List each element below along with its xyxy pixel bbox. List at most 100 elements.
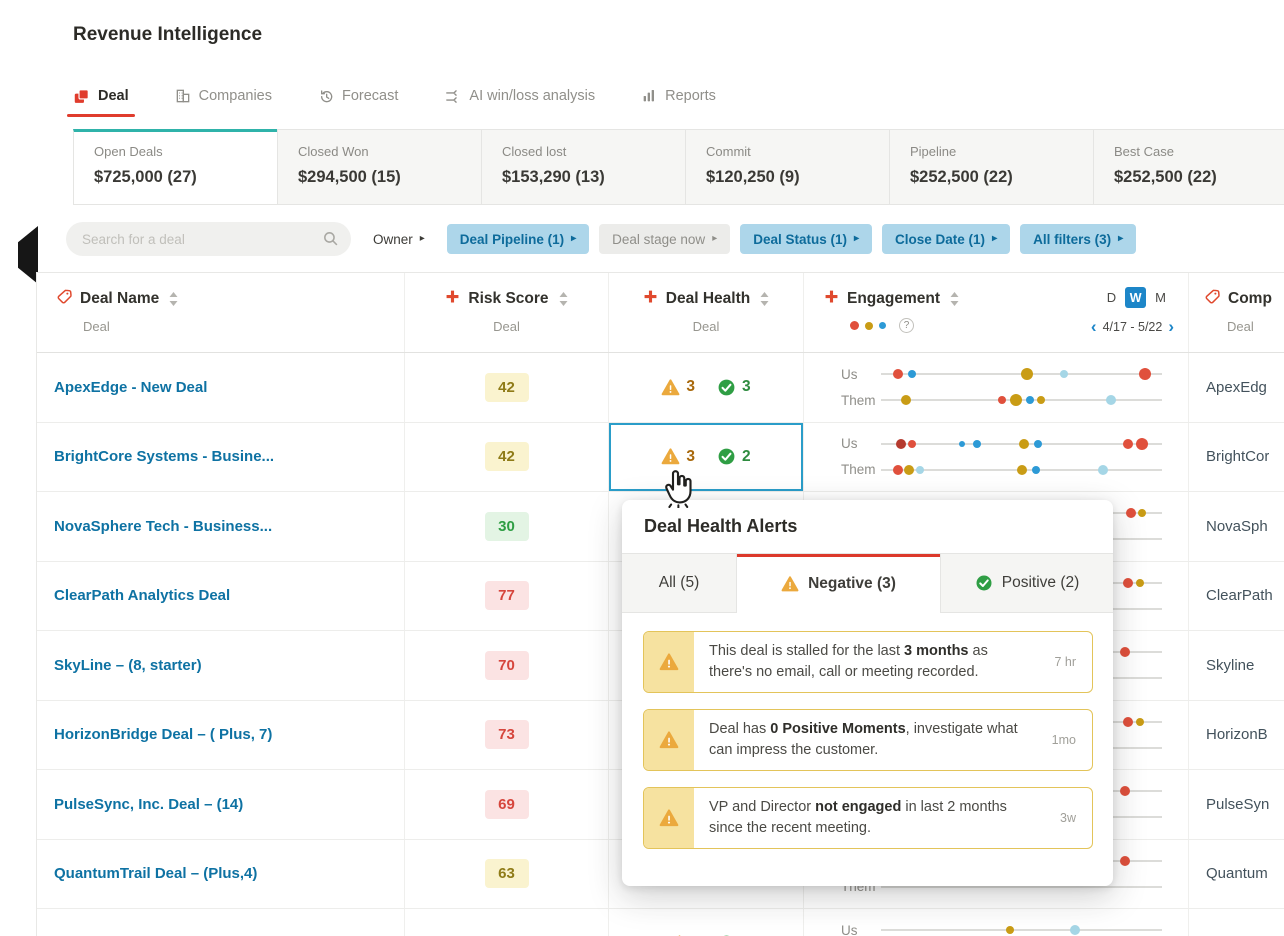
- company-link[interactable]: Skyline: [1206, 657, 1254, 674]
- legend-dot-red: [850, 321, 859, 330]
- col-header-company[interactable]: Comp Deal: [1189, 273, 1284, 352]
- engagement-track: [881, 362, 1162, 386]
- deal-name-cell: [37, 909, 405, 936]
- engagement-dot: [1126, 508, 1137, 518]
- engagement-cell: UsThem: [804, 909, 1189, 936]
- nav-tab-label: Companies: [198, 88, 272, 104]
- alert-text: This deal is stalled for the last 3 mont…: [709, 642, 988, 680]
- risk-score-badge: 42: [484, 372, 529, 402]
- col-subtitle: Deal: [83, 319, 110, 334]
- engagement-dot: [1021, 368, 1034, 380]
- alert-item[interactable]: Deal has 0 Positive Moments, investigate…: [643, 709, 1093, 771]
- warning-icon: [661, 379, 680, 395]
- company-link[interactable]: ClearPath: [1206, 587, 1273, 604]
- risk-score-badge: 69: [484, 789, 529, 819]
- search-input[interactable]: [66, 222, 351, 256]
- engagement-line-them: Them: [804, 458, 1188, 482]
- filter-chip-deal-status-1-[interactable]: Deal Status (1) ▸: [740, 224, 873, 254]
- sort-icon[interactable]: [559, 292, 568, 306]
- chip-label: All filters (3): [1033, 231, 1112, 247]
- sort-icon[interactable]: [950, 292, 959, 306]
- granularity-option-d[interactable]: D: [1107, 290, 1116, 305]
- check-icon: [976, 575, 992, 591]
- sort-icon[interactable]: [760, 292, 769, 306]
- summary-card-best-case[interactable]: Best Case $252,500 (22): [1093, 129, 1284, 205]
- deal-name-link[interactable]: SkyLine – (8, starter): [54, 657, 202, 674]
- background-shape: [18, 226, 38, 284]
- filter-chip-deal-stage-now[interactable]: Deal stage now ▸: [599, 224, 731, 254]
- filter-chip-close-date-1-[interactable]: Close Date (1) ▸: [882, 224, 1011, 254]
- filter-chip-all-filters-3-[interactable]: All filters (3) ▸: [1020, 224, 1137, 254]
- deal-name-link[interactable]: HorizonBridge Deal – ( Plus, 7): [54, 726, 272, 743]
- summary-card-commit[interactable]: Commit $120,250 (9): [685, 129, 890, 205]
- granularity-option-m[interactable]: M: [1155, 290, 1166, 305]
- nav-tab-label: AI win/loss analysis: [469, 88, 596, 104]
- col-header-deal-name[interactable]: Deal Name Deal: [37, 273, 405, 352]
- help-icon[interactable]: ?: [899, 318, 914, 333]
- col-header-engagement[interactable]: Engagement ? DWM ‹ 4/17 - 5/22 ›: [804, 273, 1189, 352]
- alert-item[interactable]: This deal is stalled for the last 3 mont…: [643, 631, 1093, 693]
- company-link[interactable]: HorizonB: [1206, 726, 1268, 743]
- next-icon[interactable]: ›: [1168, 318, 1174, 335]
- summary-card-closed-lost[interactable]: Closed lost $153,290 (13): [481, 129, 686, 205]
- negative-alert-count[interactable]: 3: [661, 378, 695, 397]
- deal-name-link[interactable]: BrightCore Systems - Busine...: [54, 448, 274, 465]
- nav-tab-ai-win-loss[interactable]: AI win/loss analysis: [444, 88, 595, 105]
- deal-health-cell[interactable]: [609, 909, 804, 936]
- risk-score-badge: 77: [484, 581, 529, 611]
- engagement-dot: [892, 464, 903, 475]
- summary-card-pipeline[interactable]: Pipeline $252,500 (22): [889, 129, 1094, 205]
- positive-alert-count[interactable]: 3: [717, 378, 751, 397]
- company-link[interactable]: NovaSph: [1206, 518, 1268, 535]
- col-header-deal-health[interactable]: Deal Health Deal: [609, 273, 804, 352]
- company-cell: ClearPath: [1189, 562, 1284, 631]
- summary-card-closed-won[interactable]: Closed Won $294,500 (15): [277, 129, 482, 205]
- positive-alert-count[interactable]: 2: [717, 447, 751, 466]
- nav-tab-companies[interactable]: Companies: [175, 88, 272, 104]
- popup-tab-label: Positive (2): [1001, 574, 1080, 591]
- company-cell: [1189, 909, 1284, 936]
- alert-item[interactable]: VP and Director not engaged in last 2 mo…: [643, 787, 1093, 849]
- deal-name-cell: ApexEdge - New Deal: [37, 353, 405, 422]
- col-header-risk-score[interactable]: Risk Score Deal: [405, 273, 609, 352]
- summary-card-open-deals[interactable]: Open Deals $725,000 (27): [73, 129, 278, 205]
- alert-text: VP and Director not engaged in last 2 mo…: [709, 798, 1007, 836]
- deal-name-link[interactable]: ClearPath Analytics Deal: [54, 587, 230, 604]
- deal-name-link[interactable]: PulseSync, Inc. Deal – (14): [54, 796, 243, 813]
- deal-name-link[interactable]: NovaSphere Tech - Business...: [54, 518, 272, 535]
- owner-dropdown[interactable]: Owner ▸: [361, 224, 437, 254]
- deal-health-cell[interactable]: 32: [609, 422, 804, 491]
- engagement-dot: [1120, 647, 1131, 657]
- company-link[interactable]: Quantum: [1206, 865, 1268, 882]
- company-link[interactable]: BrightCor: [1206, 448, 1269, 465]
- reports-icon: [641, 88, 657, 104]
- col-label: Risk Score: [468, 290, 549, 307]
- chevron-right-icon: ▸: [1118, 233, 1124, 244]
- negative-alert-count[interactable]: 3: [661, 447, 695, 466]
- card-value: $252,500 (22): [910, 168, 1013, 186]
- deal-health-cell[interactable]: 33: [609, 353, 804, 422]
- engagement-dot: [1059, 370, 1068, 378]
- engagement-dot: [1009, 394, 1022, 406]
- engagement-dot: [1120, 855, 1131, 866]
- deal-name-link[interactable]: QuantumTrail Deal – (Plus,4): [54, 865, 257, 882]
- popup-tab-all-5-[interactable]: All (5): [622, 554, 737, 613]
- filter-chip-deal-pipeline-1-[interactable]: Deal Pipeline (1) ▸: [446, 224, 590, 254]
- nav-tab-forecast[interactable]: Forecast: [318, 88, 398, 104]
- nav-tab-reports[interactable]: Reports: [641, 88, 716, 104]
- engagement-cell: UsThem: [804, 422, 1189, 491]
- nav-tab-deal[interactable]: Deal: [67, 88, 135, 117]
- card-value: $120,250 (9): [706, 168, 800, 186]
- popup-tab-positive-2-[interactable]: Positive (2): [941, 554, 1113, 613]
- deal-name-link[interactable]: ApexEdge - New Deal: [54, 379, 207, 396]
- granularity-option-w[interactable]: W: [1125, 287, 1147, 308]
- chip-label: Deal Status (1): [753, 231, 847, 247]
- search-box[interactable]: [66, 222, 351, 256]
- company-link[interactable]: ApexEdg: [1206, 379, 1267, 396]
- popup-tab-negative-3-[interactable]: Negative (3): [737, 554, 941, 613]
- deal-name-cell: SkyLine – (8, starter): [37, 631, 405, 700]
- company-link[interactable]: PulseSyn: [1206, 796, 1269, 813]
- prev-icon[interactable]: ‹: [1091, 318, 1097, 335]
- table-row: BrightCore Systems - Busine... 42 3 2 Us Them…: [37, 422, 1284, 492]
- sort-icon[interactable]: [169, 292, 178, 306]
